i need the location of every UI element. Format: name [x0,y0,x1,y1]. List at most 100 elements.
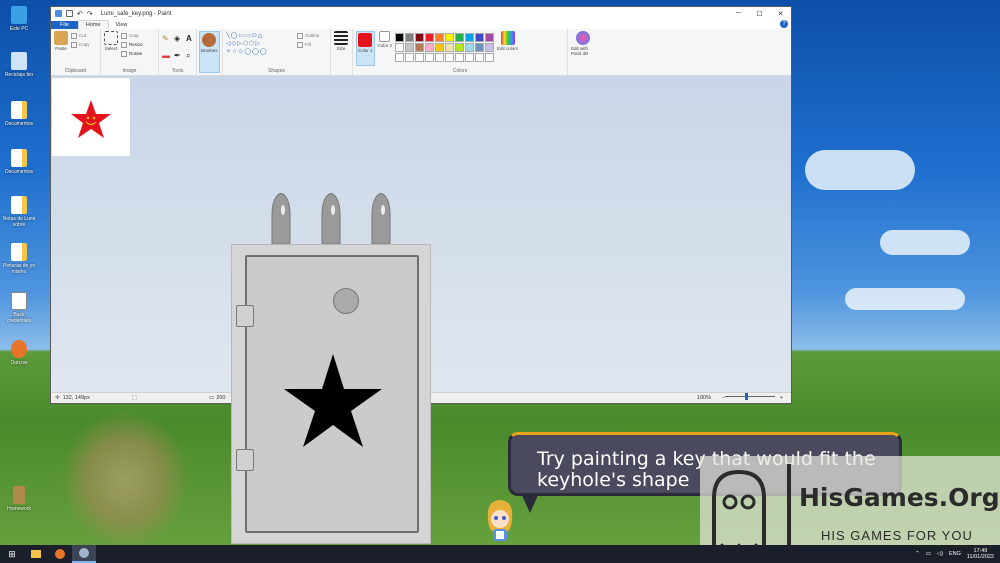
cursor-position: 132, 149px [62,395,90,401]
color-swatch[interactable] [395,53,405,62]
chevron-up-icon[interactable]: ⌃ [915,551,920,557]
tab-view[interactable]: View [109,21,135,29]
document-icon [11,149,27,167]
close-button[interactable]: ✕ [770,7,791,20]
document-icon [11,243,27,261]
group-label: Image [122,68,137,74]
language-indicator[interactable]: ENG [949,551,961,557]
drawing-canvas[interactable] [52,78,130,156]
desktop-icon-this-pc[interactable]: Este PC [2,6,36,32]
desktop-icon-credentials[interactable]: Back credentials [2,292,36,324]
safe[interactable] [231,244,431,544]
selection-icon: ⬚ [131,395,138,401]
color-swatch[interactable] [405,33,415,42]
color-swatch[interactable] [425,33,435,42]
help-button[interactable]: ? [780,20,788,28]
color-swatch[interactable] [425,43,435,52]
color-swatch[interactable] [435,53,445,62]
brushes-button[interactable]: Brushes [199,31,220,73]
volume-icon[interactable]: ◁) [937,551,943,557]
tab-home[interactable]: Home [77,20,109,29]
color-swatch[interactable] [485,53,495,62]
cut-button[interactable]: Cut [71,31,90,40]
color-swatch[interactable] [445,53,455,62]
desktop-icon-outcow[interactable]: Outcow [2,340,36,366]
color-swatch[interactable] [415,33,425,42]
watermark-title: HisGames.Org [799,483,1000,512]
title-bar[interactable]: ↶ ↷ Lumi_safe_key.png - Paint ─ ☐ ✕ [51,7,791,20]
eraser-icon[interactable]: ▬ [162,51,171,66]
desktop-icon-homework[interactable]: Homework [2,486,36,512]
star-keyhole[interactable] [283,354,383,454]
color-swatch[interactable] [475,53,485,62]
edit-colors-button[interactable]: Edit colors [497,31,518,66]
desktop-icon-paintings[interactable]: Pinturas de yo mismo [2,243,36,275]
magnifier-icon[interactable]: ⌕ [186,51,195,66]
taskbar-browser[interactable] [48,545,72,563]
tab-file[interactable]: File [51,21,78,29]
zoom-slider[interactable] [725,393,775,400]
paste-button[interactable]: Paste [54,31,68,66]
color-palette [395,33,495,66]
color2-button[interactable]: Color 2 [378,31,392,66]
color-swatch[interactable] [475,43,485,52]
system-tray: ⌃ ▭ ◁) ENG 17:49 11/01/2022 [915,545,994,563]
pencil-icon[interactable]: ✎ [162,34,171,48]
desktop-icon-documents[interactable]: Documentos [2,101,36,127]
color-swatch[interactable] [395,33,405,42]
color-swatch[interactable] [415,43,425,52]
shapes-gallery[interactable]: ╲◯▭▭⬭△ ◁◇▷⬠⬡▷ ✧☆✩◯◯◯ [226,32,294,58]
color-swatch[interactable] [465,53,475,62]
rotate-button[interactable]: Rotate [121,49,143,58]
text-icon[interactable]: A [186,34,195,48]
color-swatch[interactable] [455,43,465,52]
color1-button[interactable]: Color 1 [356,31,375,66]
resize-button[interactable]: Resize [121,40,143,49]
start-button[interactable]: ⊞ [0,545,24,563]
clock[interactable]: 17:49 11/01/2022 [967,548,994,560]
image-size-icon: ▭ [209,395,215,401]
zoom-in-button[interactable]: + [780,395,783,401]
zoom-slider-thumb[interactable] [745,393,748,400]
taskbar-explorer[interactable] [24,545,48,563]
color-swatch[interactable] [475,33,485,42]
outline-button[interactable]: Outline [297,31,319,40]
desktop-icon-documents-2[interactable]: Documentos [2,149,36,175]
copy-button[interactable]: Copy [71,40,90,49]
color-swatch[interactable] [405,53,415,62]
desktop-icon-recycle-bin[interactable]: Reciclaje bin [2,52,36,78]
color-swatch[interactable] [415,53,425,62]
color-swatch[interactable] [485,33,495,42]
fill-button[interactable]: Fill [297,40,319,49]
color-swatch[interactable] [465,33,475,42]
color-swatch[interactable] [435,33,445,42]
color-swatch[interactable] [455,33,465,42]
color-swatch[interactable] [425,53,435,62]
paint3d-group: Edit with Paint 3D [568,29,598,75]
select-button[interactable]: Select [104,31,118,66]
color-swatch[interactable] [445,43,455,52]
color-swatch[interactable] [395,43,405,52]
size-button[interactable]: Size [334,31,348,66]
save-icon[interactable] [66,10,73,17]
desktop-icon-notes[interactable]: Notas de Lumi sobre [2,196,36,228]
color-picker-icon[interactable]: ✒ [174,51,183,66]
color-swatch[interactable] [455,53,465,62]
keyhole[interactable] [333,288,359,314]
undo-icon[interactable]: ↶ [77,10,83,18]
minimize-button[interactable]: ─ [728,7,749,20]
color-swatch[interactable] [465,43,475,52]
color-swatch[interactable] [445,33,455,42]
group-label: Clipboard [64,68,87,74]
network-icon[interactable]: ▭ [926,551,931,557]
watermark-subtitle: HIS GAMES FOR YOU [821,528,973,543]
crop-button[interactable]: Crop [121,31,143,40]
redo-icon[interactable]: ↷ [87,10,93,18]
maximize-button[interactable]: ☐ [749,7,770,20]
taskbar-paint[interactable] [72,545,96,563]
color-swatch[interactable] [435,43,445,52]
color-swatch[interactable] [485,43,495,52]
edit-paint3d-button[interactable]: Edit with Paint 3D [571,31,595,66]
color-swatch[interactable] [405,43,415,52]
fill-icon[interactable]: ◈ [174,34,183,48]
